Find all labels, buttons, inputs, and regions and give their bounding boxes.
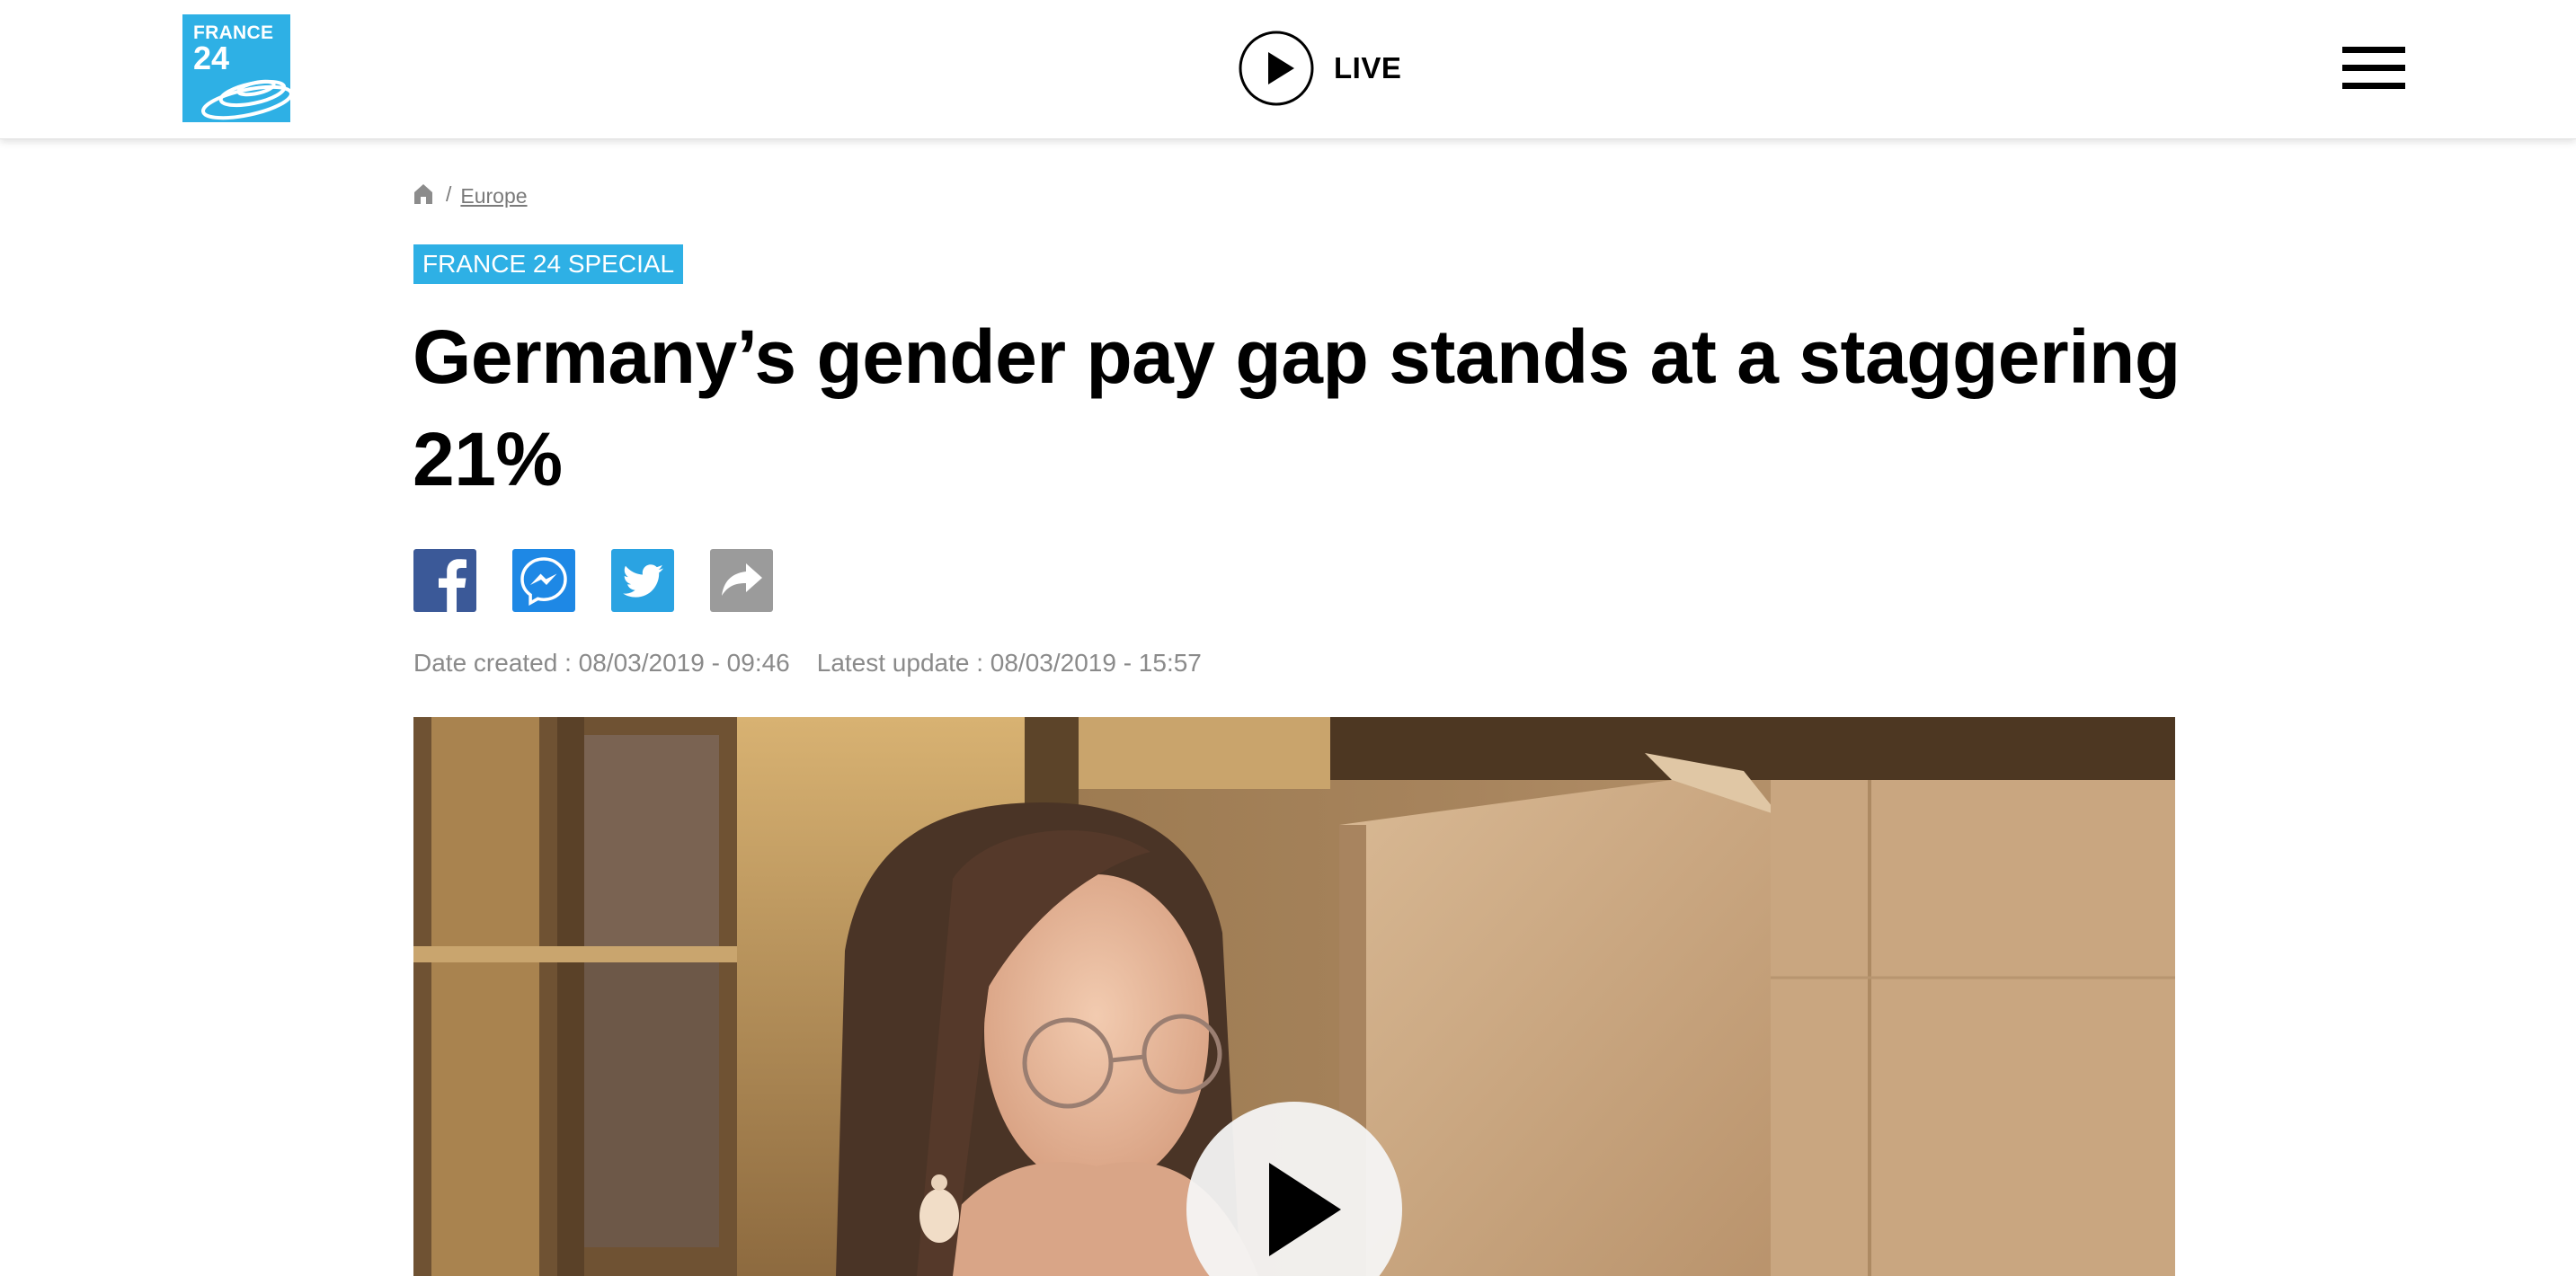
live-button[interactable]: LIVE bbox=[1239, 29, 1401, 108]
date-created: Date created : 08/03/2019 - 09:46 bbox=[413, 649, 790, 677]
home-icon[interactable] bbox=[413, 182, 433, 206]
video-play-button[interactable] bbox=[1186, 1102, 1402, 1276]
messenger-icon[interactable] bbox=[512, 549, 575, 612]
article-title: Germany’s gender pay gap stands at a sta… bbox=[413, 315, 2181, 501]
latest-update: Latest update : 08/03/2019 - 15:57 bbox=[816, 649, 1202, 677]
hamburger-menu-icon[interactable] bbox=[2342, 47, 2405, 90]
play-icon bbox=[1269, 1163, 1341, 1256]
share-buttons bbox=[413, 549, 809, 612]
share-icon[interactable] bbox=[710, 549, 773, 612]
article-dates: Date created : 08/03/2019 - 09:46 Latest … bbox=[413, 649, 1202, 678]
breadcrumb: / Europe bbox=[413, 178, 528, 210]
france24-logo[interactable]: FRANCE 24 bbox=[182, 14, 290, 122]
play-circle-icon bbox=[1239, 31, 1314, 106]
breadcrumb-link-europe[interactable]: Europe bbox=[460, 184, 527, 208]
video-player[interactable] bbox=[413, 717, 2175, 1276]
breadcrumb-separator: / bbox=[446, 182, 452, 206]
section-tag[interactable]: FRANCE 24 SPECIAL bbox=[413, 244, 684, 284]
site-header: FRANCE 24 LIVE bbox=[0, 0, 2576, 139]
page: FRANCE 24 LIVE / Europe FRANCE 24 SPECIA… bbox=[0, 0, 2576, 1276]
twitter-icon[interactable] bbox=[611, 549, 674, 612]
logo-line2: 24 bbox=[193, 40, 230, 76]
facebook-icon[interactable] bbox=[413, 549, 476, 612]
live-label: LIVE bbox=[1334, 51, 1402, 84]
